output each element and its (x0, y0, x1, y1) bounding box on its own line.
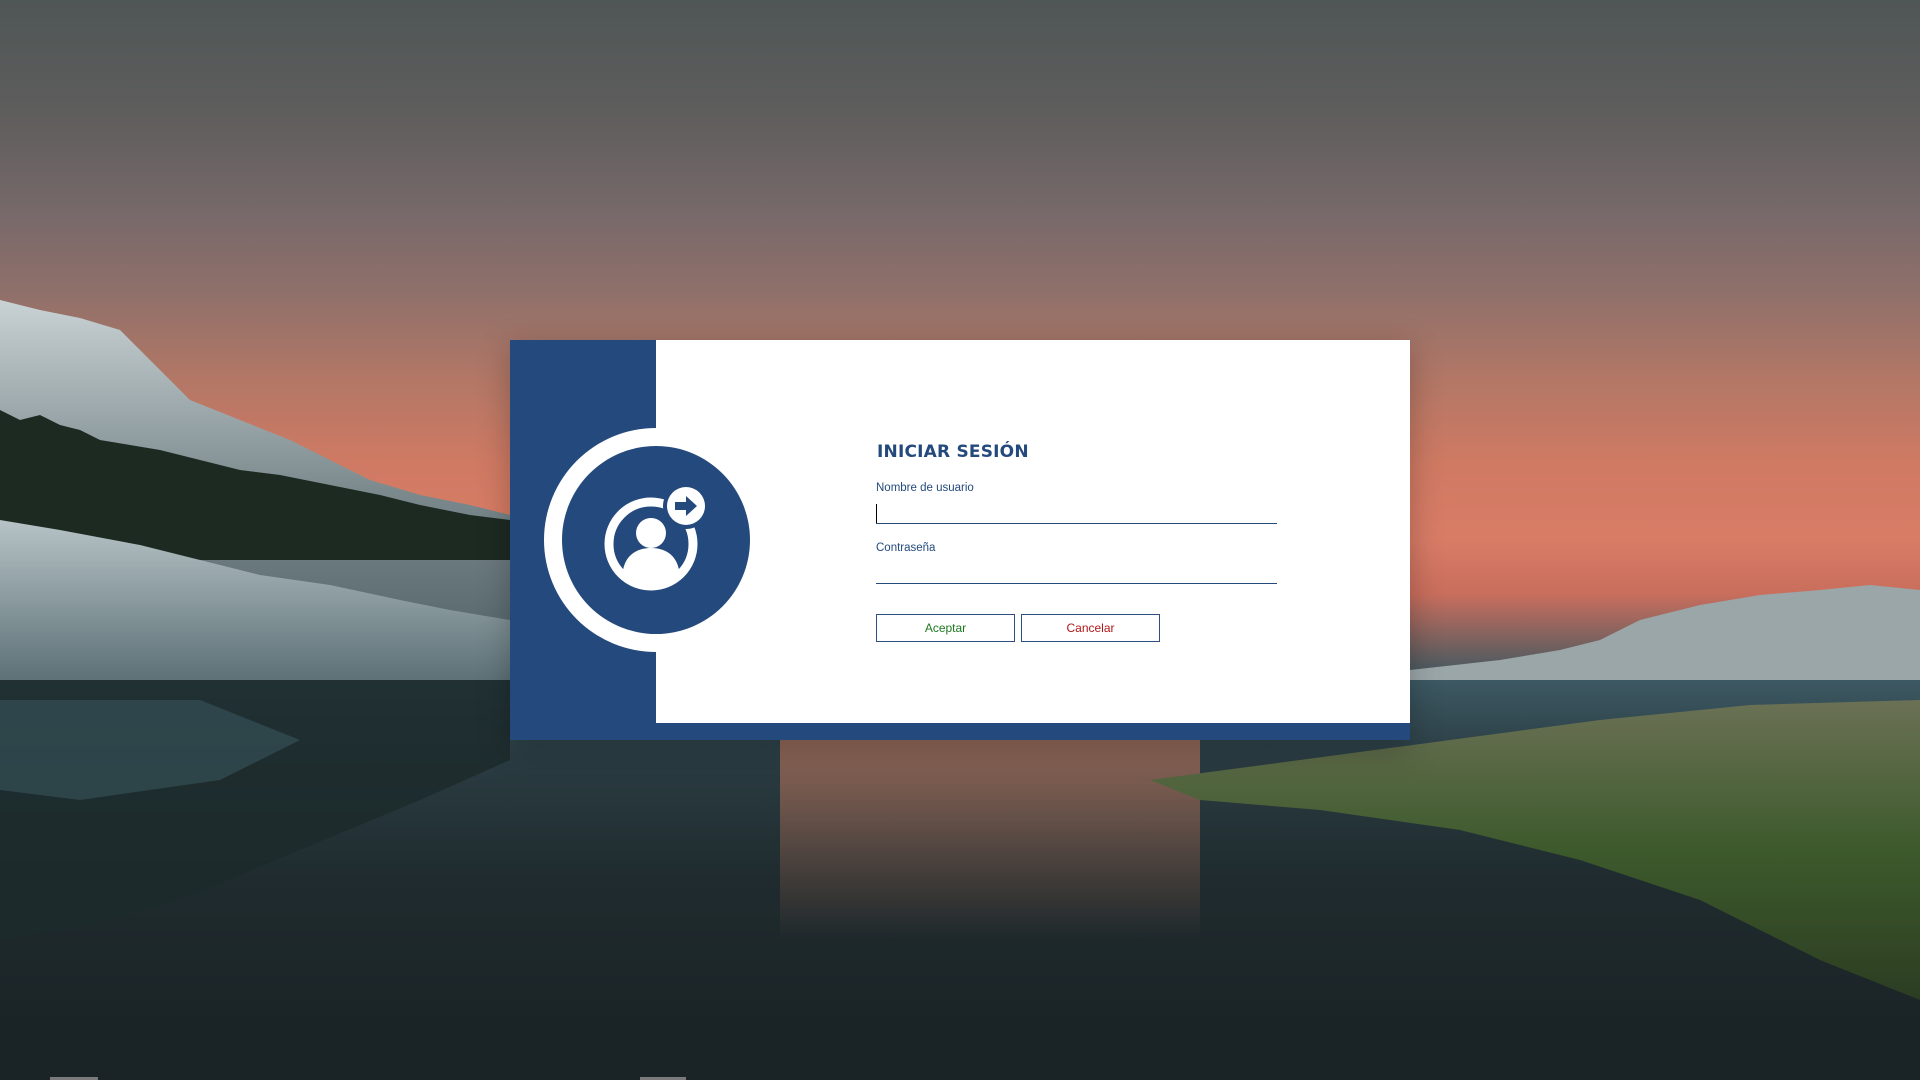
username-label: Nombre de usuario (876, 482, 974, 494)
brand-bottom-bar (510, 723, 1410, 740)
user-login-icon (604, 483, 709, 591)
text-caret (876, 504, 877, 523)
password-input[interactable] (876, 558, 1277, 584)
login-dialog: INICIAR SESIÓN Nombre de usuario Contras… (510, 340, 1410, 740)
accept-button[interactable]: Aceptar (876, 614, 1015, 642)
username-input[interactable] (876, 498, 1277, 524)
cancel-button[interactable]: Cancelar (1021, 614, 1160, 642)
desktop-wallpaper: INICIAR SESIÓN Nombre de usuario Contras… (0, 0, 1920, 1080)
login-title: INICIAR SESIÓN (877, 442, 1029, 462)
password-label: Contraseña (876, 542, 936, 554)
avatar-ring (544, 428, 768, 652)
avatar-disc (562, 446, 750, 634)
